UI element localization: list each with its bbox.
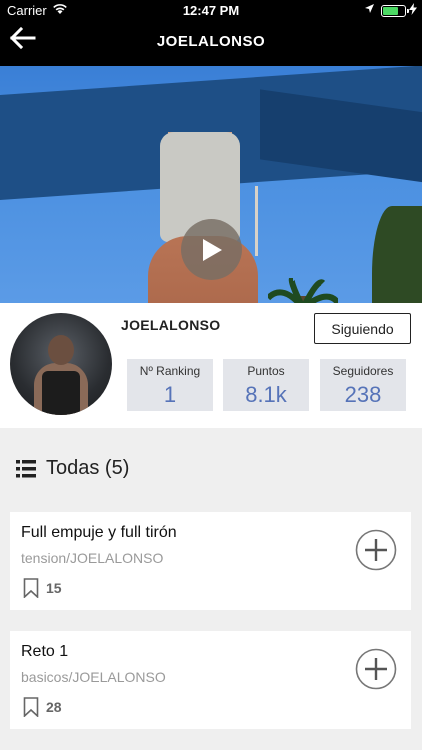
routine-subtitle: tension/JOELALONSO — [21, 550, 164, 566]
top-bar: Carrier 12:47 PM JOELALONSO — [0, 0, 422, 66]
profile-username: JOELALONSO — [121, 317, 221, 333]
stat-ranking: Nº Ranking 1 — [127, 359, 213, 411]
stat-followers[interactable]: Seguidores 238 — [320, 359, 406, 411]
play-icon — [202, 238, 222, 261]
stat-value: 8.1k — [245, 382, 287, 407]
section-title: Todas (5) — [46, 457, 130, 479]
save-count: 28 — [46, 699, 62, 715]
bookmark-icon[interactable] — [23, 697, 39, 717]
add-circle-icon[interactable] — [355, 648, 397, 690]
palm-tree-image — [268, 278, 338, 303]
following-button[interactable]: Siguiendo — [314, 313, 411, 344]
battery-level — [383, 7, 398, 15]
add-circle-icon[interactable] — [355, 529, 397, 571]
stat-label: Puntos — [247, 364, 285, 378]
avatar[interactable] — [10, 313, 112, 415]
location-icon — [364, 3, 375, 17]
profile-panel: JOELALONSO Siguiendo Nº Ranking 1 Puntos… — [0, 303, 422, 428]
play-button[interactable] — [181, 219, 242, 280]
list-icon — [16, 460, 36, 478]
stat-label: Nº Ranking — [139, 364, 201, 378]
routine-title: Full empuje y full tirón — [21, 524, 177, 541]
stat-value: 1 — [163, 382, 177, 407]
routine-subtitle: basicos/JOELALONSO — [21, 669, 166, 685]
stat-points: Puntos 8.1k — [223, 359, 309, 411]
charging-icon — [409, 3, 417, 18]
routine-card[interactable]: Full empuje y full tirón tension/JOELALO… — [10, 512, 411, 610]
save-count: 15 — [46, 580, 62, 596]
routine-title: Reto 1 — [21, 643, 69, 660]
routine-card[interactable]: Reto 1 basicos/JOELALONSO 28 — [10, 631, 411, 729]
status-time: 12:47 PM — [182, 3, 240, 18]
battery-icon — [381, 5, 409, 17]
bookmark-icon[interactable] — [23, 578, 39, 598]
nav-title: JOELALONSO — [156, 33, 266, 50]
stat-value: 238 — [344, 382, 382, 407]
video-player[interactable] — [0, 66, 422, 303]
stat-label: Seguidores — [332, 364, 394, 378]
status-bar: Carrier 12:47 PM — [0, 0, 422, 22]
